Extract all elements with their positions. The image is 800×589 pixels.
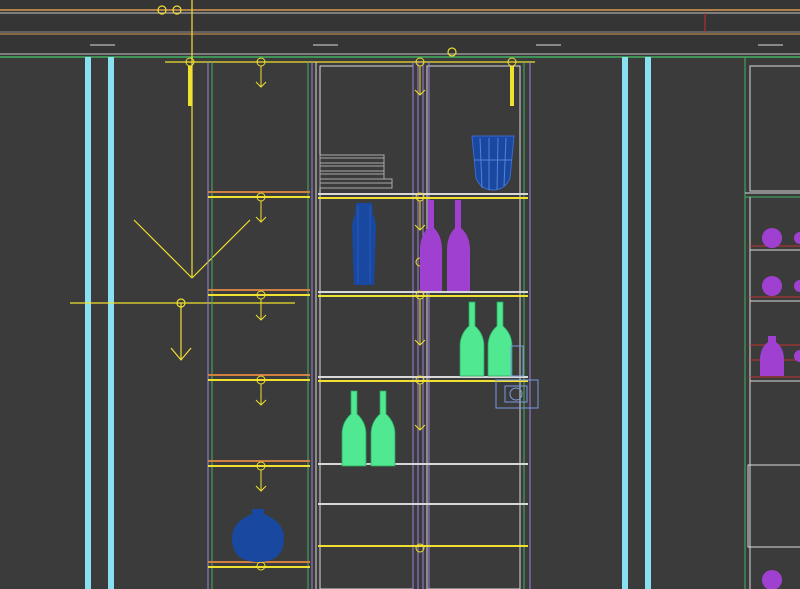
blue-tall-vase [352,203,376,285]
wall-columns [85,57,746,589]
blue-round-vase [232,509,284,562]
elevation-drawing [0,0,800,589]
blue-basket [471,135,515,191]
cad-viewport[interactable] [0,0,800,589]
right-shelf-unit [745,65,800,589]
hinge-markers [185,57,517,571]
green-bottles-bottom [341,390,396,467]
right-purple-items [760,228,800,589]
ceiling-band [0,0,800,58]
light-fixtures [188,66,514,106]
green-bottles-top [459,301,513,377]
book-stack [319,154,393,189]
